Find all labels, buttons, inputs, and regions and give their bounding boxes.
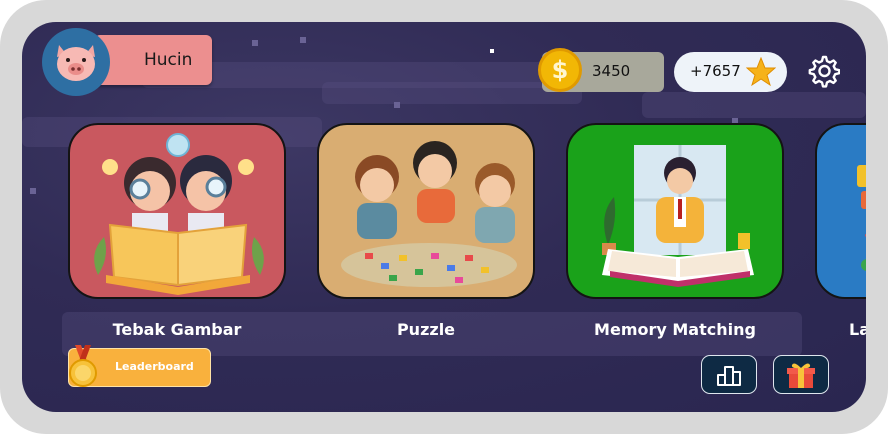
card-illustration (857, 165, 866, 271)
game-label: Puzzle (396, 320, 456, 339)
medal-icon (69, 345, 97, 387)
gift-button[interactable] (773, 355, 829, 394)
gear-icon[interactable] (806, 54, 840, 88)
game-label: Memory Matching (594, 320, 756, 339)
star-counter: +7657 (674, 52, 787, 92)
bg-star (252, 40, 258, 46)
username: Hucin (144, 50, 193, 70)
kids-reading-illustration (94, 133, 264, 295)
pig-face-icon (57, 45, 95, 81)
star-value: +7657 (690, 62, 741, 80)
bg-star (300, 37, 306, 43)
podium-chart-icon (717, 365, 741, 386)
stats-button[interactable] (701, 355, 757, 394)
username-pill: Hucin (94, 35, 212, 85)
coin-icon: $ (538, 48, 582, 92)
game-menu-screen: Hucin 3450 $ +7657 Tebak Gambar Puzzle M… (22, 22, 866, 412)
game-label: Tebak Gambar (112, 320, 242, 339)
leaderboard-button[interactable]: Leaderboard (68, 345, 211, 387)
device-frame: Hucin 3450 $ +7657 Tebak Gambar Puzzle M… (0, 0, 888, 434)
game-label: La (849, 320, 866, 339)
game-card-4[interactable] (815, 123, 866, 299)
gift-icon (787, 363, 815, 388)
avatar[interactable] (42, 28, 110, 96)
kids-puzzle-illustration (341, 141, 517, 287)
bg-star (30, 188, 36, 194)
game-card-memory-matching[interactable] (566, 123, 784, 299)
star-icon (746, 57, 776, 87)
leaderboard-label: Leaderboard (115, 360, 194, 373)
game-card-puzzle[interactable] (317, 123, 535, 299)
bg-star (394, 102, 400, 108)
coin-value: 3450 (592, 62, 631, 80)
bg-cloud (642, 92, 866, 118)
bg-star (490, 49, 494, 53)
boy-reading-illustration (602, 145, 754, 287)
game-card-tebak-gambar[interactable] (68, 123, 286, 299)
